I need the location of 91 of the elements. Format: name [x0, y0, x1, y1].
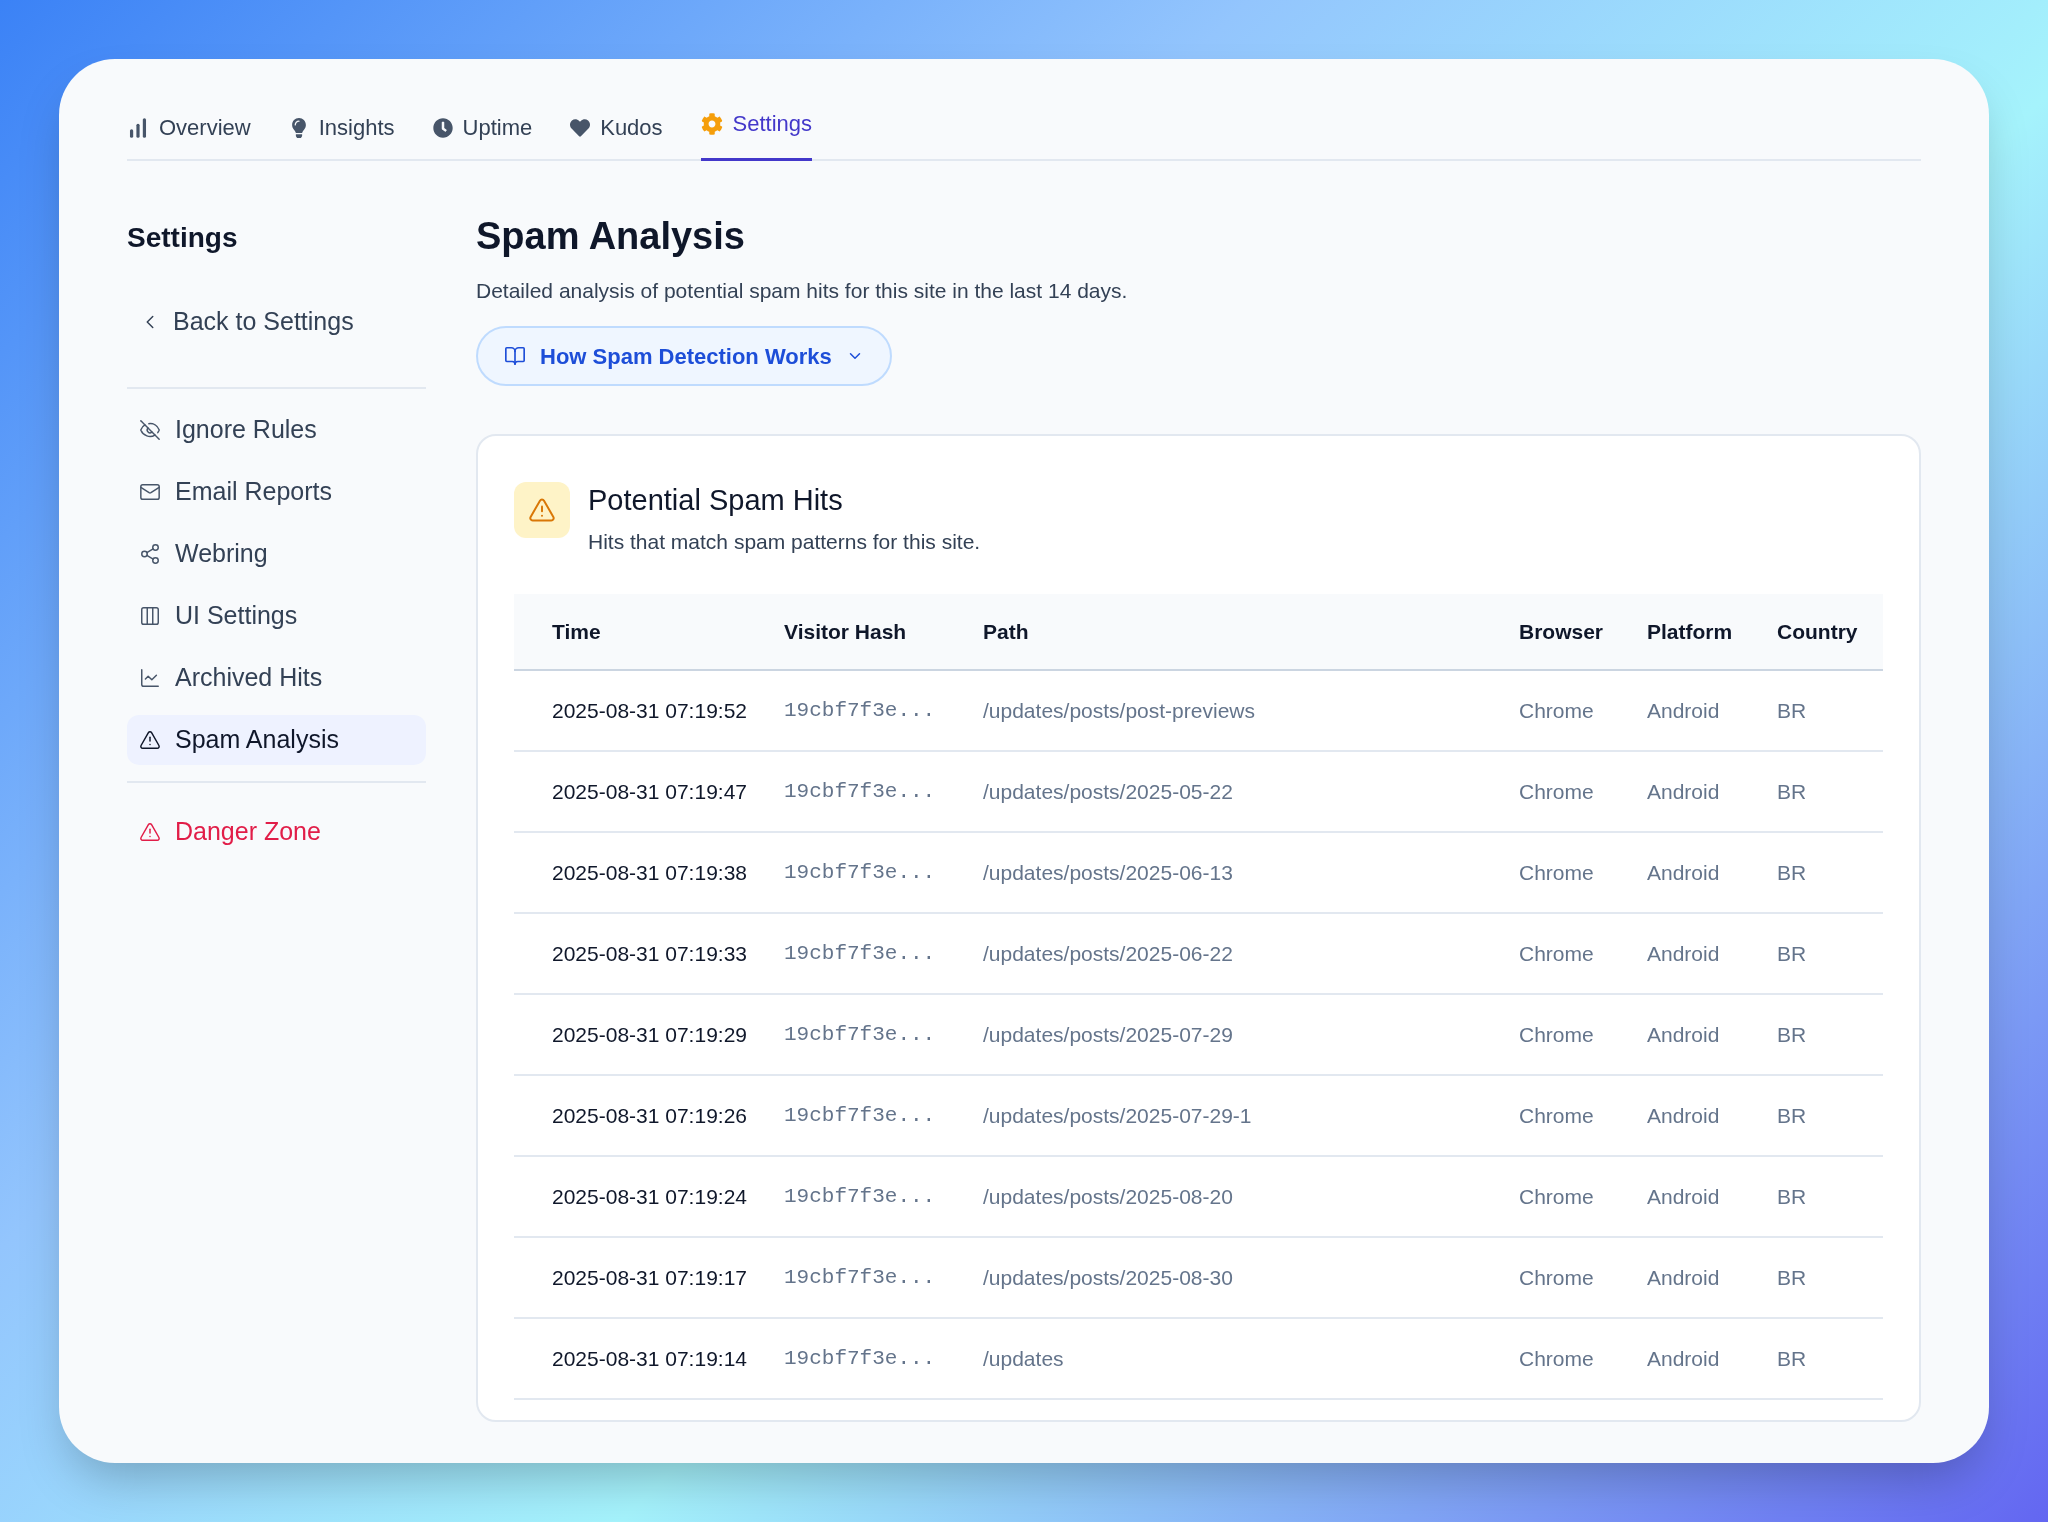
table-cell: Android	[1647, 669, 1777, 751]
table-cell: 19cbf7f3e...	[784, 1236, 983, 1318]
table-cell: /updates/posts/2025-08-20	[983, 1155, 1519, 1237]
table-cell: 19cbf7f3e...	[784, 831, 983, 913]
warning-icon	[139, 820, 161, 843]
table-cell: BR	[1777, 1155, 1883, 1237]
table-cell: Android	[1647, 993, 1777, 1075]
table-cell: 2025-08-31 07:19:14	[514, 1317, 784, 1399]
sidebar-item[interactable]: Spam Analysis	[127, 714, 426, 765]
nav-tab[interactable]: Overview	[127, 111, 251, 161]
table-cell: 19cbf7f3e...	[784, 1074, 983, 1156]
table-cell: Chrome	[1519, 993, 1647, 1075]
table-cell: 2025-08-31 07:19:38	[514, 831, 784, 913]
table-cell: BR	[1777, 750, 1883, 832]
table-cell: Android	[1647, 1074, 1777, 1156]
table-cell: 2025-08-31 07:19:33	[514, 912, 784, 994]
table-cell: Android	[1647, 750, 1777, 832]
sidebar-title: Settings	[127, 221, 239, 255]
column-header: Platform	[1647, 593, 1777, 670]
table-cell: BR	[1777, 1074, 1883, 1156]
heart-icon	[570, 117, 591, 138]
table-cell: BR	[1777, 1236, 1883, 1318]
nav-tab[interactable]: Settings	[700, 107, 813, 161]
table-cell: Android	[1647, 1317, 1777, 1399]
table-cell: /updates/posts/2025-06-22	[983, 912, 1519, 994]
table-cell: 2025-08-31 07:19:52	[514, 669, 784, 751]
table-cell: BR	[1777, 1317, 1883, 1399]
table-cell: 2025-08-31 07:19:29	[514, 993, 784, 1075]
nav-tab[interactable]: Kudos	[570, 111, 663, 161]
table-cell: 2025-08-31 07:19:17	[514, 1236, 784, 1318]
table-cell: Chrome	[1519, 831, 1647, 913]
line-chart-icon	[139, 666, 161, 689]
table-cell: Chrome	[1519, 1317, 1647, 1399]
page-description: Detailed analysis of potential spam hits for this site in the last 14 days.	[476, 277, 1129, 304]
table-cell: BR	[1777, 993, 1883, 1075]
table-cell: 2025-08-31 07:19:26	[514, 1074, 784, 1156]
sidebar-item[interactable]: Webring	[127, 528, 426, 579]
table-cell: Android	[1647, 1155, 1777, 1237]
nav-tab[interactable]: Insights	[288, 111, 395, 161]
column-header: Visitor Hash	[784, 593, 983, 670]
sidebar-item[interactable]: Archived Hits	[127, 652, 426, 703]
table-cell: Android	[1647, 831, 1777, 913]
nav-tab[interactable]: Uptime	[432, 111, 533, 161]
eye-off-icon	[139, 418, 161, 441]
table-cell: BR	[1777, 912, 1883, 994]
page-title: Spam Analysis	[476, 214, 746, 259]
table-cell: BR	[1777, 831, 1883, 913]
table-cell: /updates/posts/2025-07-29	[983, 993, 1519, 1075]
bar-chart-icon	[127, 116, 149, 139]
table-cell: Chrome	[1519, 912, 1647, 994]
table-cell: Android	[1647, 912, 1777, 994]
warning-icon	[528, 496, 556, 524]
table-cell: /updates/posts/2025-07-29-1	[983, 1074, 1519, 1156]
table-cell: Chrome	[1519, 750, 1647, 832]
card-subtitle: Hits that match spam patterns for this site.	[588, 529, 981, 556]
column-header: Country	[1777, 593, 1883, 670]
table-cell: Chrome	[1519, 1236, 1647, 1318]
column-header: Path	[983, 593, 1519, 670]
table-cell: 19cbf7f3e...	[784, 1155, 983, 1237]
table-cell: /updates	[983, 1317, 1519, 1399]
book-icon	[504, 345, 526, 367]
gear-icon	[700, 112, 723, 135]
help-dropdown-button[interactable]: How Spam Detection Works	[476, 326, 892, 386]
table-cell: 19cbf7f3e...	[784, 750, 983, 832]
table-cell: /updates/posts/post-previews	[983, 669, 1519, 751]
sidebar-item[interactable]: UI Settings	[127, 590, 426, 641]
table-cell: Android	[1647, 1236, 1777, 1318]
clock-icon	[432, 117, 453, 138]
back-link[interactable]: Back to Settings	[127, 293, 366, 351]
table-cell: 19cbf7f3e...	[784, 993, 983, 1075]
sidebar-item[interactable]: Email Reports	[127, 466, 426, 517]
columns-icon	[139, 604, 161, 627]
warning-icon	[139, 728, 161, 751]
table-cell: 19cbf7f3e...	[784, 669, 983, 751]
column-header: Time	[514, 593, 784, 670]
share-icon	[139, 542, 161, 565]
table-cell: /updates/posts/2025-08-30	[983, 1236, 1519, 1318]
table-cell: /updates/posts/2025-05-22	[983, 750, 1519, 832]
danger-zone-link[interactable]: Danger Zone	[127, 806, 333, 857]
sidebar-item[interactable]: Ignore Rules	[127, 404, 426, 455]
table-cell: /updates/posts/2025-06-13	[983, 831, 1519, 913]
card-title: Potential Spam Hits	[588, 483, 844, 518]
table-cell: 2025-08-31 07:19:24	[514, 1155, 784, 1237]
table-cell: 19cbf7f3e...	[784, 1317, 983, 1399]
table-cell: BR	[1777, 669, 1883, 751]
column-header: Browser	[1519, 593, 1647, 670]
table-cell: Chrome	[1519, 669, 1647, 751]
table-cell: 19cbf7f3e...	[784, 912, 983, 994]
table-cell: Chrome	[1519, 1074, 1647, 1156]
table-cell: 2025-08-31 07:19:47	[514, 750, 784, 832]
table-cell: Chrome	[1519, 1155, 1647, 1237]
